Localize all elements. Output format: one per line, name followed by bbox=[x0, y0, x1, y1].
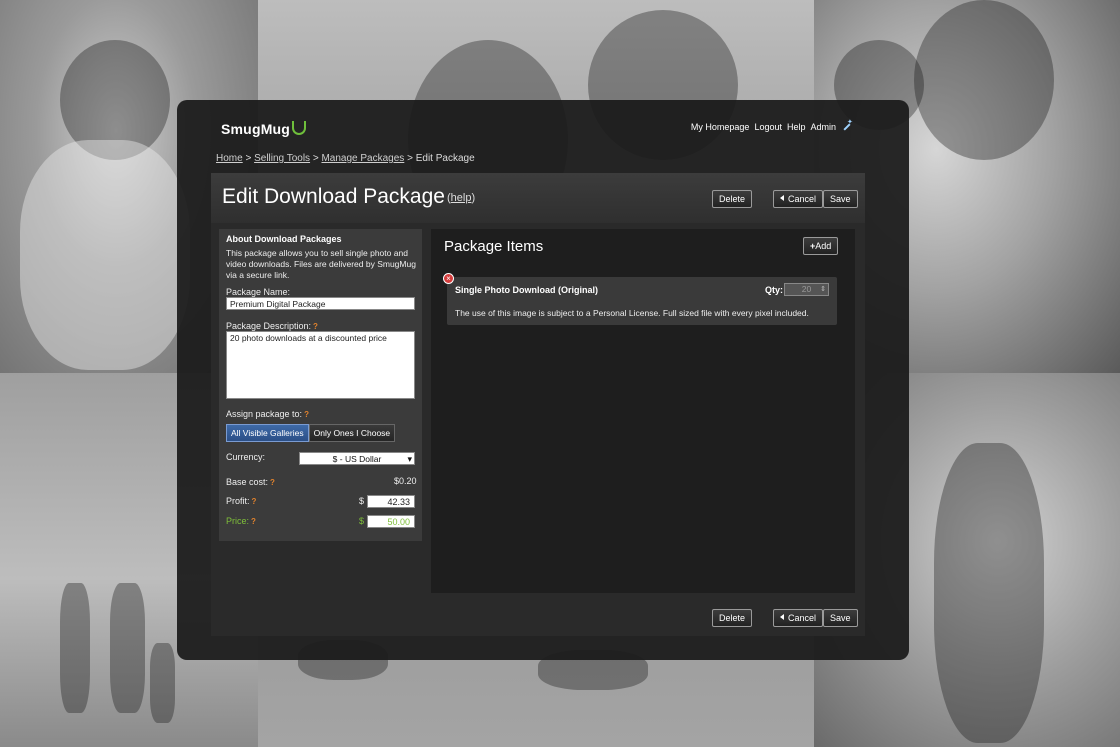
package-name-input[interactable] bbox=[226, 297, 415, 310]
nav-logout[interactable]: Logout bbox=[754, 122, 782, 132]
price-currency-symbol: $ bbox=[359, 516, 365, 526]
help-question-icon[interactable]: ? bbox=[252, 497, 257, 506]
currency-select[interactable]: $ - US Dollar bbox=[299, 452, 415, 465]
breadcrumb-manage-packages[interactable]: Manage Packages bbox=[321, 153, 404, 164]
smugmug-logo[interactable]: SmugMug bbox=[221, 120, 307, 137]
profit-currency-symbol: $ bbox=[359, 496, 365, 506]
edit-package-window: SmugMug My Homepage Logout Help Admin Ho… bbox=[177, 100, 909, 660]
package-description-label: Package Description:? bbox=[226, 321, 318, 331]
package-item-qty-label: Qty: bbox=[765, 285, 783, 295]
left-arrow-icon bbox=[780, 614, 784, 620]
cancel-button-top[interactable]: Cancel bbox=[773, 190, 823, 208]
package-item-card: × Single Photo Download (Original) Qty: … bbox=[443, 273, 837, 325]
page-title: Edit Download Package bbox=[222, 185, 445, 208]
help-question-icon[interactable]: ? bbox=[304, 410, 309, 419]
package-item-name: Single Photo Download (Original) bbox=[455, 285, 598, 295]
delete-button-bottom[interactable]: Delete bbox=[712, 609, 753, 627]
price-label: Price:? bbox=[226, 516, 256, 526]
add-item-button[interactable]: +Add bbox=[803, 237, 839, 255]
price-input[interactable]: 50.00 bbox=[367, 515, 415, 528]
panel-header: Edit Download Package (help) Delete Canc… bbox=[211, 173, 865, 223]
save-button-top[interactable]: Save bbox=[823, 190, 858, 208]
breadcrumb-home[interactable]: Home bbox=[216, 153, 243, 164]
assign-only-ones-i-choose[interactable]: Only Ones I Choose bbox=[308, 424, 396, 442]
breadcrumb: Home > Selling Tools > Manage Packages >… bbox=[216, 153, 475, 164]
about-heading: About Download Packages bbox=[226, 234, 342, 244]
smugmug-smile-icon bbox=[292, 121, 307, 135]
currency-label: Currency: bbox=[226, 452, 266, 462]
package-items-panel: Package Items +Add × Single Photo Downlo… bbox=[431, 229, 855, 593]
nav-admin[interactable]: Admin bbox=[810, 122, 836, 132]
edit-panel: Edit Download Package (help) Delete Canc… bbox=[211, 173, 865, 636]
breadcrumb-selling-tools[interactable]: Selling Tools bbox=[254, 153, 310, 164]
remove-item-icon[interactable]: × bbox=[443, 273, 454, 284]
magic-wand-icon[interactable] bbox=[841, 118, 853, 132]
profit-label: Profit:? bbox=[226, 496, 257, 506]
package-item-description: The use of this image is subject to a Pe… bbox=[455, 308, 809, 318]
breadcrumb-current: Edit Package bbox=[415, 153, 475, 164]
package-description-textarea[interactable]: 20 photo downloads at a discounted price bbox=[226, 331, 415, 399]
left-arrow-icon bbox=[780, 195, 784, 201]
package-name-label: Package Name: bbox=[226, 287, 291, 297]
nav-help[interactable]: Help bbox=[787, 122, 806, 132]
assign-package-toggle: All Visible Galleries Only Ones I Choose bbox=[226, 424, 396, 442]
package-settings-sidebar: About Download Packages This package all… bbox=[219, 229, 422, 541]
help-link[interactable]: (help) bbox=[447, 192, 475, 204]
base-cost-value: $0.20 bbox=[394, 476, 417, 486]
nav-my-homepage[interactable]: My Homepage bbox=[691, 122, 750, 132]
top-bar: SmugMug My Homepage Logout Help Admin bbox=[177, 100, 909, 150]
cancel-button-bottom[interactable]: Cancel bbox=[773, 609, 823, 627]
delete-button-top[interactable]: Delete bbox=[712, 190, 753, 208]
assign-all-visible-galleries[interactable]: All Visible Galleries bbox=[226, 424, 309, 442]
about-text: This package allows you to sell single p… bbox=[226, 248, 416, 280]
save-button-bottom[interactable]: Save bbox=[823, 609, 858, 627]
profit-input[interactable]: 42.33 bbox=[367, 495, 415, 508]
base-cost-label: Base cost:? bbox=[226, 477, 275, 487]
help-question-icon[interactable]: ? bbox=[313, 322, 318, 331]
assign-package-label: Assign package to:? bbox=[226, 409, 309, 419]
help-question-icon[interactable]: ? bbox=[251, 517, 256, 526]
help-question-icon[interactable]: ? bbox=[270, 478, 275, 487]
top-nav: My Homepage Logout Help Admin bbox=[691, 118, 853, 132]
package-item-qty-stepper[interactable]: 20 bbox=[784, 283, 829, 296]
package-items-title: Package Items bbox=[444, 238, 544, 255]
